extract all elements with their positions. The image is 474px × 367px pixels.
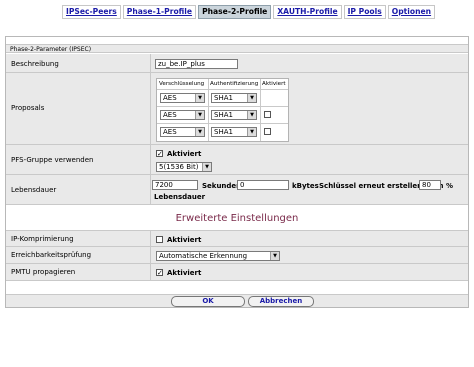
tab-phase-2-profile[interactable]: Phase-2-Profile [198, 5, 272, 19]
settings-panel: Phase-2-Parameter (IPSEC) Beschreibung P… [5, 36, 469, 308]
proposal-2-active-checkbox[interactable] [264, 111, 271, 118]
header-encryption: Verschlüsselung [159, 81, 205, 87]
chevron-down-icon: ▼ [247, 111, 256, 119]
kbytes-input[interactable] [237, 180, 289, 190]
row-lebensdauer: Lebensdauer Sekunden kBytes Schlüssel er… [6, 175, 468, 205]
tab-optionen[interactable]: Optionen [387, 5, 436, 19]
proposal-1-auth-select[interactable]: SHA1 ▼ [211, 93, 257, 103]
row-pmtu: PMTU propagieren ✓ Aktiviert [6, 264, 468, 281]
pmtu-checkbox-label: Aktiviert [167, 269, 202, 277]
row-pfs: PFS-Gruppe verwenden ✓ Aktiviert 5(1536 … [6, 145, 468, 175]
header-active: Aktiviert [262, 81, 286, 87]
erreichbarkeit-label: Erreichbarkeitsprüfung [11, 251, 92, 259]
chevron-down-icon: ▼ [195, 128, 204, 136]
section-title: Phase-2-Parameter (IPSEC) [6, 44, 468, 53]
lifetime-sub-label: Lebensdauer [154, 193, 206, 201]
chevron-down-icon: ▼ [247, 94, 256, 102]
renew-input[interactable] [419, 180, 441, 190]
ip-komprimierung-checkbox[interactable] [156, 236, 163, 243]
pmtu-checkbox[interactable]: ✓ [156, 269, 163, 277]
cancel-button[interactable]: Abbrechen [248, 296, 314, 307]
lebensdauer-label: Lebensdauer [11, 186, 57, 194]
tab-bar: IPSec-Peers Phase-1-Profile Phase-2-Prof… [62, 5, 437, 19]
tab-phase-1-profile[interactable]: Phase-1-Profile [122, 5, 197, 19]
advanced-settings-title: Erweiterte Einstellungen [6, 212, 468, 226]
proposal-2-encryption-select[interactable]: AES ▼ [160, 110, 205, 120]
seconds-input[interactable] [152, 180, 198, 190]
row-proposals: Proposals Verschlüsselung Authentifizier… [6, 73, 468, 145]
tab-ip-pools[interactable]: IP Pools [343, 5, 386, 19]
pmtu-label: PMTU propagieren [11, 268, 76, 276]
header-auth: Authentifizierung [210, 81, 259, 87]
proposal-1-encryption-select[interactable]: AES ▼ [160, 93, 205, 103]
pfs-checkbox-label: Aktiviert [167, 150, 202, 158]
seconds-label: Sekunden [202, 182, 242, 190]
proposals-label: Proposals [11, 104, 45, 112]
chevron-down-icon: ▼ [195, 111, 204, 119]
beschreibung-input[interactable] [155, 59, 238, 69]
chevron-down-icon: ▼ [195, 94, 204, 102]
chevron-down-icon: ▼ [270, 252, 279, 260]
pfs-label: PFS-Gruppe verwenden [11, 156, 94, 164]
row-erreichbarkeit: Erreichbarkeitsprüfung Automatische Erke… [6, 247, 468, 264]
row-ip-komprimierung: IP-Komprimierung Aktiviert [6, 230, 468, 248]
chevron-down-icon: ▼ [202, 163, 211, 171]
erreichbarkeit-select[interactable]: Automatische Erkennung ▼ [156, 251, 280, 261]
tab-ipsec-peers[interactable]: IPSec-Peers [62, 5, 121, 19]
percent-label: % [446, 182, 454, 190]
pfs-group-select[interactable]: 5(1536 Bit) ▼ [156, 162, 212, 172]
tab-xauth-profile[interactable]: XAUTH-Profile [273, 5, 342, 19]
proposal-2-auth-select[interactable]: SHA1 ▼ [211, 110, 257, 120]
proposals-table: Verschlüsselung Authentifizierung Aktivi… [156, 78, 289, 142]
row-beschreibung: Beschreibung [6, 54, 468, 73]
button-bar: OK Abbrechen [6, 294, 468, 307]
proposal-3-auth-select[interactable]: SHA1 ▼ [211, 127, 257, 137]
proposal-3-encryption-select[interactable]: AES ▼ [160, 127, 205, 137]
ip-komprimierung-checkbox-label: Aktiviert [167, 236, 202, 244]
beschreibung-label: Beschreibung [11, 60, 59, 68]
ip-komprimierung-label: IP-Komprimierung [11, 235, 74, 243]
pfs-checkbox[interactable]: ✓ [156, 150, 163, 158]
ok-button[interactable]: OK [171, 296, 245, 307]
kbytes-label: kBytes [292, 182, 319, 190]
chevron-down-icon: ▼ [247, 128, 256, 136]
proposal-3-active-checkbox[interactable] [264, 128, 271, 135]
